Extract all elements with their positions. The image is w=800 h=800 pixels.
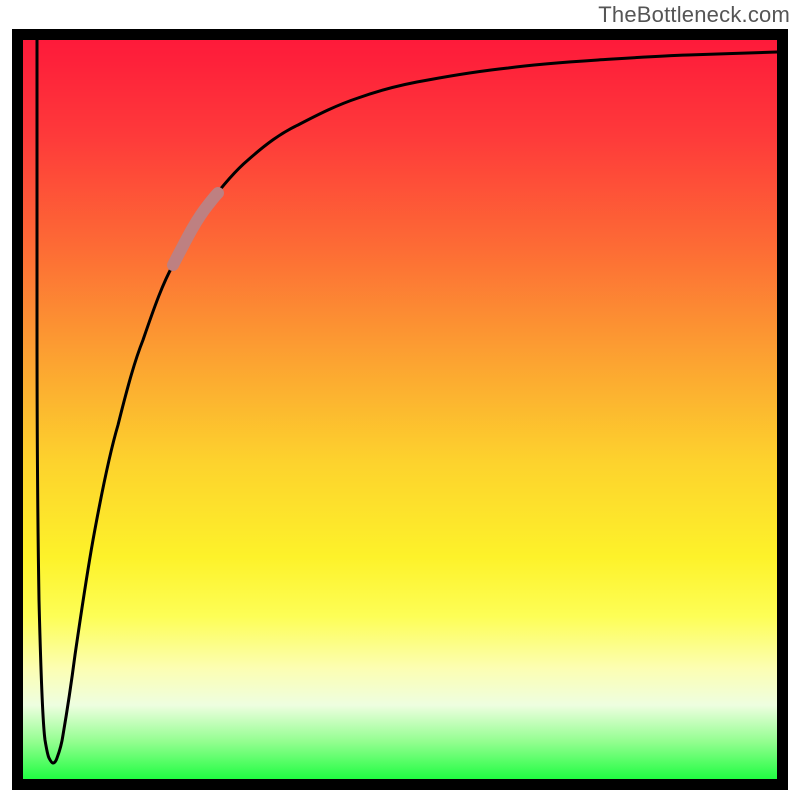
watermark-text: TheBottleneck.com <box>598 2 790 28</box>
chart-frame <box>12 29 788 790</box>
curve-plot <box>23 40 777 779</box>
curve-highlight-segment <box>173 193 218 265</box>
bottleneck-curve <box>37 40 777 763</box>
